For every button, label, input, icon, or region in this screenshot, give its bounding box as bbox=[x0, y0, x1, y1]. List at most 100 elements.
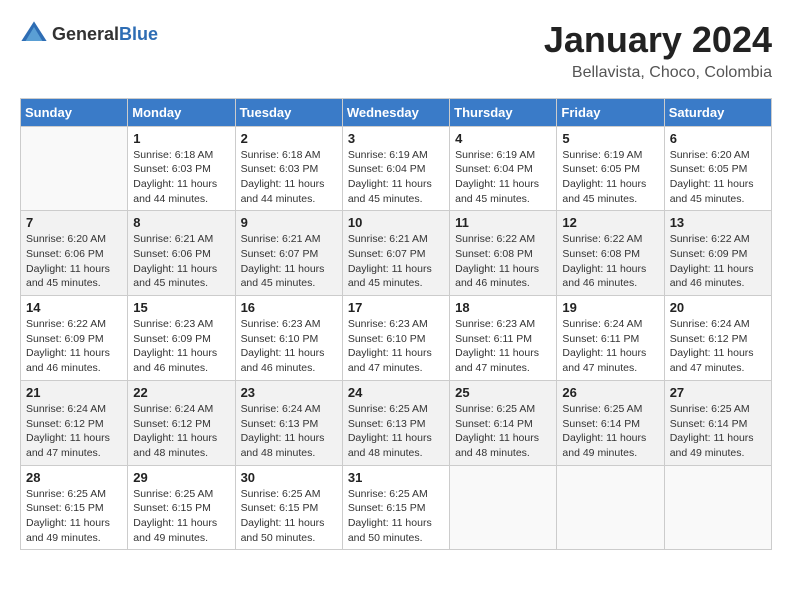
day-number: 3 bbox=[348, 131, 444, 146]
day-number: 8 bbox=[133, 215, 229, 230]
day-number: 4 bbox=[455, 131, 551, 146]
calendar-cell: 18Sunrise: 6:23 AMSunset: 6:11 PMDayligh… bbox=[450, 296, 557, 381]
calendar-cell: 9 Sunrise: 6:21 AMSunset: 6:07 PMDaylight… bbox=[235, 211, 342, 296]
day-number: 1 bbox=[133, 131, 229, 146]
calendar-cell bbox=[557, 465, 664, 550]
day-number: 2 bbox=[241, 131, 337, 146]
calendar-cell: 10Sunrise: 6:21 AMSunset: 6:07 PMDayligh… bbox=[342, 211, 449, 296]
day-info: Sunrise: 6:24 AMSunset: 6:12 PMDaylight:… bbox=[133, 402, 229, 461]
day-number: 21 bbox=[26, 385, 122, 400]
day-of-week-header: Thursday bbox=[450, 98, 557, 126]
day-info: Sunrise: 6:24 AMSunset: 6:11 PMDaylight:… bbox=[562, 317, 658, 376]
day-of-week-header: Tuesday bbox=[235, 98, 342, 126]
day-number: 9 bbox=[241, 215, 337, 230]
day-of-week-header: Friday bbox=[557, 98, 664, 126]
calendar-cell: 23 Sunrise: 6:24 AMSunset: 6:13 PMDayligh… bbox=[235, 380, 342, 465]
day-info: Sunrise: 6:21 AMSunset: 6:07 PMDaylight:… bbox=[241, 232, 337, 291]
day-info: Sunrise: 6:19 AMSunset: 6:04 PMDaylight:… bbox=[455, 148, 551, 207]
day-number: 13 bbox=[670, 215, 766, 230]
day-info: Sunrise: 6:25 AMSunset: 6:15 PMDaylight:… bbox=[133, 487, 229, 546]
calendar-cell: 6Sunrise: 6:20 AMSunset: 6:05 PMDaylight… bbox=[664, 126, 771, 211]
day-number: 18 bbox=[455, 300, 551, 315]
day-number: 29 bbox=[133, 470, 229, 485]
calendar-subtitle: Bellavista, Choco, Colombia bbox=[544, 64, 772, 82]
day-info: Sunrise: 6:18 AMSunset: 6:03 PMDaylight:… bbox=[241, 148, 337, 207]
calendar-cell: 2 Sunrise: 6:18 AMSunset: 6:03 PMDaylight… bbox=[235, 126, 342, 211]
calendar-cell: 27 Sunrise: 6:25 AMSunset: 6:14 PMDayligh… bbox=[664, 380, 771, 465]
calendar-cell: 7 Sunrise: 6:20 AMSunset: 6:06 PMDaylight… bbox=[21, 211, 128, 296]
calendar-cell: 4 Sunrise: 6:19 AMSunset: 6:04 PMDaylight… bbox=[450, 126, 557, 211]
calendar-cell bbox=[450, 465, 557, 550]
day-info: Sunrise: 6:22 AMSunset: 6:09 PMDaylight:… bbox=[26, 317, 122, 376]
calendar-cell: 16 Sunrise: 6:23 AMSunset: 6:10 PMDayligh… bbox=[235, 296, 342, 381]
calendar-cell: 17 Sunrise: 6:23 AMSunset: 6:10 PMDayligh… bbox=[342, 296, 449, 381]
calendar-cell: 25Sunrise: 6:25 AMSunset: 6:14 PMDayligh… bbox=[450, 380, 557, 465]
calendar-title: January 2024 bbox=[544, 20, 772, 60]
calendar-cell: 30 Sunrise: 6:25 AMSunset: 6:15 PMDayligh… bbox=[235, 465, 342, 550]
calendar-cell: 8 Sunrise: 6:21 AMSunset: 6:06 PMDaylight… bbox=[128, 211, 235, 296]
day-of-week-header: Wednesday bbox=[342, 98, 449, 126]
calendar-cell: 21 Sunrise: 6:24 AMSunset: 6:12 PMDayligh… bbox=[21, 380, 128, 465]
calendar-cell: 24 Sunrise: 6:25 AMSunset: 6:13 PMDayligh… bbox=[342, 380, 449, 465]
day-info: Sunrise: 6:20 AMSunset: 6:06 PMDaylight:… bbox=[26, 232, 122, 291]
day-number: 14 bbox=[26, 300, 122, 315]
day-info: Sunrise: 6:19 AMSunset: 6:04 PMDaylight:… bbox=[348, 148, 444, 207]
day-info: Sunrise: 6:23 AMSunset: 6:10 PMDaylight:… bbox=[348, 317, 444, 376]
calendar-cell bbox=[21, 126, 128, 211]
day-info: Sunrise: 6:25 AMSunset: 6:14 PMDaylight:… bbox=[670, 402, 766, 461]
day-info: Sunrise: 6:25 AMSunset: 6:15 PMDaylight:… bbox=[348, 487, 444, 546]
day-info: Sunrise: 6:23 AMSunset: 6:10 PMDaylight:… bbox=[241, 317, 337, 376]
calendar-cell: 15 Sunrise: 6:23 AMSunset: 6:09 PMDayligh… bbox=[128, 296, 235, 381]
calendar-cell: 11Sunrise: 6:22 AMSunset: 6:08 PMDayligh… bbox=[450, 211, 557, 296]
day-info: Sunrise: 6:20 AMSunset: 6:05 PMDaylight:… bbox=[670, 148, 766, 207]
day-info: Sunrise: 6:24 AMSunset: 6:12 PMDaylight:… bbox=[26, 402, 122, 461]
day-number: 20 bbox=[670, 300, 766, 315]
day-info: Sunrise: 6:19 AMSunset: 6:05 PMDaylight:… bbox=[562, 148, 658, 207]
day-number: 23 bbox=[241, 385, 337, 400]
day-info: Sunrise: 6:24 AMSunset: 6:13 PMDaylight:… bbox=[241, 402, 337, 461]
title-block: January 2024 Bellavista, Choco, Colombia bbox=[544, 20, 772, 82]
day-info: Sunrise: 6:25 AMSunset: 6:15 PMDaylight:… bbox=[241, 487, 337, 546]
day-number: 12 bbox=[562, 215, 658, 230]
day-of-week-header: Monday bbox=[128, 98, 235, 126]
day-info: Sunrise: 6:23 AMSunset: 6:09 PMDaylight:… bbox=[133, 317, 229, 376]
day-info: Sunrise: 6:21 AMSunset: 6:07 PMDaylight:… bbox=[348, 232, 444, 291]
calendar-cell: 31Sunrise: 6:25 AMSunset: 6:15 PMDayligh… bbox=[342, 465, 449, 550]
logo-icon bbox=[20, 20, 48, 48]
day-number: 15 bbox=[133, 300, 229, 315]
logo: General Blue bbox=[20, 20, 158, 48]
day-info: Sunrise: 6:25 AMSunset: 6:15 PMDaylight:… bbox=[26, 487, 122, 546]
day-of-week-header: Sunday bbox=[21, 98, 128, 126]
day-info: Sunrise: 6:25 AMSunset: 6:13 PMDaylight:… bbox=[348, 402, 444, 461]
logo-general-text: General bbox=[52, 24, 119, 45]
day-number: 7 bbox=[26, 215, 122, 230]
day-info: Sunrise: 6:24 AMSunset: 6:12 PMDaylight:… bbox=[670, 317, 766, 376]
day-number: 19 bbox=[562, 300, 658, 315]
calendar-cell: 1 Sunrise: 6:18 AMSunset: 6:03 PMDaylight… bbox=[128, 126, 235, 211]
day-info: Sunrise: 6:18 AMSunset: 6:03 PMDaylight:… bbox=[133, 148, 229, 207]
calendar-cell: 26 Sunrise: 6:25 AMSunset: 6:14 PMDayligh… bbox=[557, 380, 664, 465]
calendar-cell: 14 Sunrise: 6:22 AMSunset: 6:09 PMDayligh… bbox=[21, 296, 128, 381]
calendar-cell: 12 Sunrise: 6:22 AMSunset: 6:08 PMDayligh… bbox=[557, 211, 664, 296]
calendar-cell: 19 Sunrise: 6:24 AMSunset: 6:11 PMDayligh… bbox=[557, 296, 664, 381]
calendar-cell: 20 Sunrise: 6:24 AMSunset: 6:12 PMDayligh… bbox=[664, 296, 771, 381]
calendar-cell: 29 Sunrise: 6:25 AMSunset: 6:15 PMDayligh… bbox=[128, 465, 235, 550]
day-number: 11 bbox=[455, 215, 551, 230]
calendar-cell: 5 Sunrise: 6:19 AMSunset: 6:05 PMDaylight… bbox=[557, 126, 664, 211]
day-number: 26 bbox=[562, 385, 658, 400]
calendar-cell: 3 Sunrise: 6:19 AMSunset: 6:04 PMDaylight… bbox=[342, 126, 449, 211]
calendar-cell: 28Sunrise: 6:25 AMSunset: 6:15 PMDayligh… bbox=[21, 465, 128, 550]
day-info: Sunrise: 6:25 AMSunset: 6:14 PMDaylight:… bbox=[562, 402, 658, 461]
day-number: 16 bbox=[241, 300, 337, 315]
day-number: 22 bbox=[133, 385, 229, 400]
day-info: Sunrise: 6:21 AMSunset: 6:06 PMDaylight:… bbox=[133, 232, 229, 291]
day-number: 5 bbox=[562, 131, 658, 146]
day-info: Sunrise: 6:22 AMSunset: 6:09 PMDaylight:… bbox=[670, 232, 766, 291]
calendar-cell: 22 Sunrise: 6:24 AMSunset: 6:12 PMDayligh… bbox=[128, 380, 235, 465]
day-number: 24 bbox=[348, 385, 444, 400]
calendar-cell bbox=[664, 465, 771, 550]
day-number: 30 bbox=[241, 470, 337, 485]
day-number: 27 bbox=[670, 385, 766, 400]
day-number: 17 bbox=[348, 300, 444, 315]
day-info: Sunrise: 6:22 AMSunset: 6:08 PMDaylight:… bbox=[562, 232, 658, 291]
